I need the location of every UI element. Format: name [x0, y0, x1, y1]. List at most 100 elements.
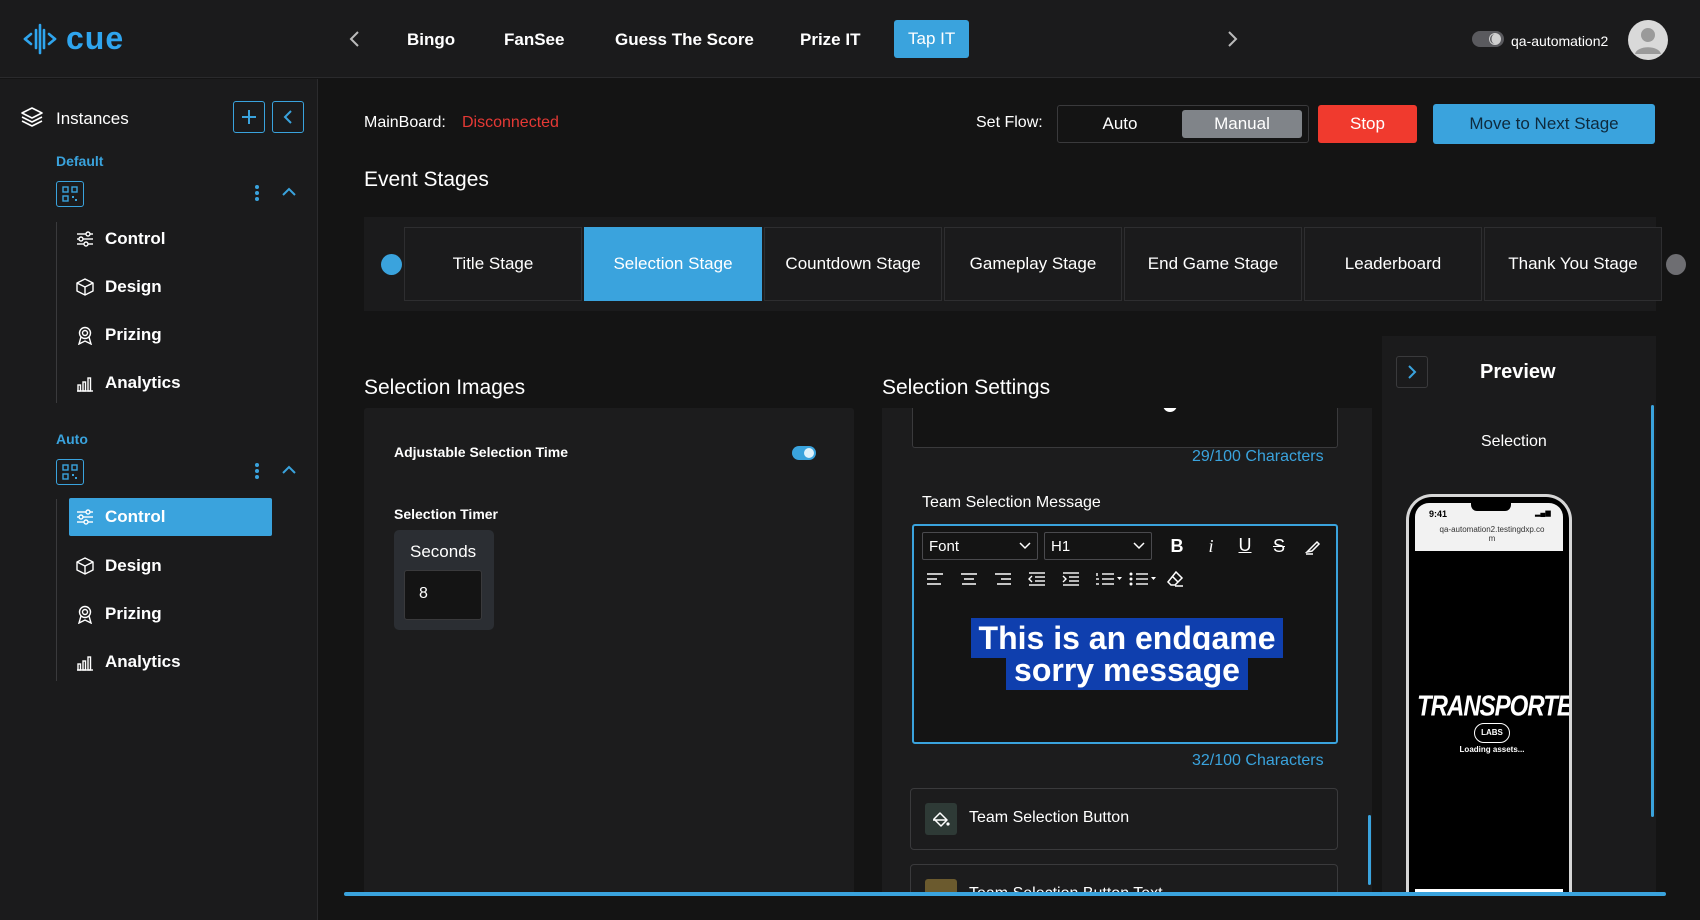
align-left-icon[interactable] [924, 568, 946, 590]
preview-subtitle: Selection [1481, 433, 1547, 450]
flow-segmented-control: Auto Manual [1057, 105, 1309, 143]
tab-selection-stage[interactable]: Selection Stage [584, 227, 762, 301]
outdent-icon[interactable] [1026, 568, 1048, 590]
tab-leaderboard[interactable]: Leaderboard [1304, 227, 1482, 301]
bold-icon[interactable]: B [1166, 535, 1188, 557]
qr-icon [62, 464, 78, 480]
sidebar-item-design[interactable]: Design [69, 547, 273, 585]
phone-url: qa-automation2.testingdxp.com [1439, 525, 1545, 543]
flow-manual-option[interactable]: Manual [1182, 110, 1302, 138]
avatar[interactable] [1628, 20, 1668, 60]
sidebar-item-analytics[interactable]: Analytics [69, 364, 273, 402]
selection-settings-title: Selection Settings [882, 376, 1051, 399]
collapse-sidebar-button[interactable] [272, 101, 304, 133]
phone-brand-badge: LABS [1474, 723, 1510, 743]
bullet-list-icon[interactable] [1128, 568, 1158, 590]
top-bar: cue Bingo FanSee Guess The Score Prize I… [0, 0, 1700, 78]
app-logo[interactable]: cue [22, 20, 124, 57]
sidebar-item-label: Control [105, 229, 166, 248]
tab-end-game-stage[interactable]: End Game Stage [1124, 227, 1302, 301]
ordered-list-icon[interactable] [1094, 568, 1124, 590]
collapse-group-button[interactable] [281, 464, 297, 476]
phone-time: 9:41 [1429, 509, 1448, 519]
underline-icon[interactable]: U [1234, 534, 1256, 556]
selection-settings-panel: 29/100 Characters Team Selection Message… [882, 408, 1372, 896]
set-flow-label: Set Flow: [976, 114, 1043, 131]
settings-scrollbar[interactable] [1368, 815, 1371, 885]
mainboard-label: MainBoard: [364, 114, 446, 131]
nav-bingo[interactable]: Bingo [407, 30, 455, 50]
move-to-next-stage-button[interactable]: Move to Next Stage [1433, 104, 1655, 144]
strikethrough-icon[interactable]: S [1268, 535, 1290, 557]
highlighter-icon[interactable] [1302, 535, 1324, 557]
tab-thank-you-stage[interactable]: Thank You Stage [1484, 227, 1662, 301]
add-instance-button[interactable] [233, 101, 265, 133]
sidebar-item-label: Design [105, 277, 162, 296]
sidebar-item-prizing[interactable]: Prizing [69, 316, 273, 354]
cube-icon [76, 278, 94, 296]
nav-prev-button[interactable] [348, 28, 362, 50]
previous-text-input[interactable] [912, 408, 1338, 448]
font-select[interactable]: Font [922, 532, 1038, 560]
chevron-left-icon [349, 31, 359, 47]
adjustable-selection-time-toggle[interactable] [792, 446, 816, 460]
qr-code-button[interactable] [56, 459, 84, 485]
timer-box: Seconds 8 [394, 530, 494, 630]
adjustable-selection-time-label: Adjustable Selection Time [394, 444, 569, 460]
chevron-right-icon [1408, 365, 1417, 379]
align-center-icon[interactable] [958, 568, 980, 590]
award-icon [77, 326, 93, 345]
bar-chart-icon [77, 656, 93, 671]
preview-scrollbar[interactable] [1651, 405, 1654, 817]
toggle-knob [804, 448, 814, 458]
more-options-button[interactable] [254, 184, 260, 202]
more-options-button[interactable] [254, 462, 260, 480]
sidebar-item-control-active[interactable]: Control [69, 498, 272, 536]
sidebar-item-label: Analytics [105, 652, 181, 671]
tree-line [56, 499, 57, 681]
stage-scroll-left-dot[interactable] [381, 254, 402, 275]
tab-title-stage[interactable]: Title Stage [404, 227, 582, 301]
team-selection-button-section[interactable]: Team Selection Button [910, 788, 1338, 850]
nav-prize-it[interactable]: Prize IT [800, 30, 860, 50]
sidebar-item-prizing[interactable]: Prizing [69, 595, 273, 633]
tab-gameplay-stage[interactable]: Gameplay Stage [944, 227, 1122, 301]
editor-content[interactable]: This is an endgame sorry message [934, 618, 1320, 690]
group-label-auto: Auto [56, 431, 88, 447]
theme-toggle[interactable] [1472, 30, 1504, 48]
layers-icon [20, 105, 44, 129]
horizontal-scrollbar[interactable] [344, 892, 1666, 896]
sidebar-item-label: Control [105, 507, 166, 526]
bar-chart-icon [77, 377, 93, 392]
preview-title: Preview [1480, 361, 1556, 383]
tab-countdown-stage[interactable]: Countdown Stage [764, 227, 942, 301]
message-char-count: 32/100 Characters [1192, 752, 1324, 769]
nav-tap-it[interactable]: Tap IT [894, 20, 970, 58]
sidebar-item-analytics[interactable]: Analytics [69, 643, 273, 681]
phone-browser-bar: 9:41 ▂▄▆ qa-automation2.testingdxp.com [1415, 503, 1563, 551]
nav-guess-the-score[interactable]: Guess The Score [615, 30, 754, 50]
selection-images-panel: Adjustable Selection Time Selection Time… [364, 408, 854, 896]
nav-fansee[interactable]: FanSee [504, 30, 564, 50]
font-select-value: Font [929, 538, 960, 555]
qr-code-button[interactable] [56, 181, 84, 207]
stop-button[interactable]: Stop [1318, 105, 1417, 143]
italic-icon[interactable]: i [1200, 535, 1222, 557]
sidebar-item-design[interactable]: Design [69, 268, 273, 306]
stage-scroll-right-dot[interactable] [1666, 254, 1686, 275]
expand-preview-button[interactable] [1396, 356, 1428, 388]
phone-notch [1471, 503, 1511, 511]
align-right-icon[interactable] [992, 568, 1014, 590]
flow-auto-option[interactable]: Auto [1062, 110, 1178, 138]
logo-text: cue [66, 20, 125, 56]
selection-images-title: Selection Images [364, 376, 526, 399]
collapse-group-button[interactable] [281, 186, 297, 198]
sidebar-item-control[interactable]: Control [69, 220, 273, 258]
chevron-down-icon [1133, 542, 1145, 550]
eraser-icon[interactable] [1164, 568, 1186, 590]
seconds-input[interactable]: 8 [404, 570, 482, 620]
username: qa-automation2 [1511, 33, 1609, 49]
nav-next-button[interactable] [1225, 28, 1239, 50]
indent-icon[interactable] [1060, 568, 1082, 590]
heading-select[interactable]: H1 [1044, 532, 1152, 560]
